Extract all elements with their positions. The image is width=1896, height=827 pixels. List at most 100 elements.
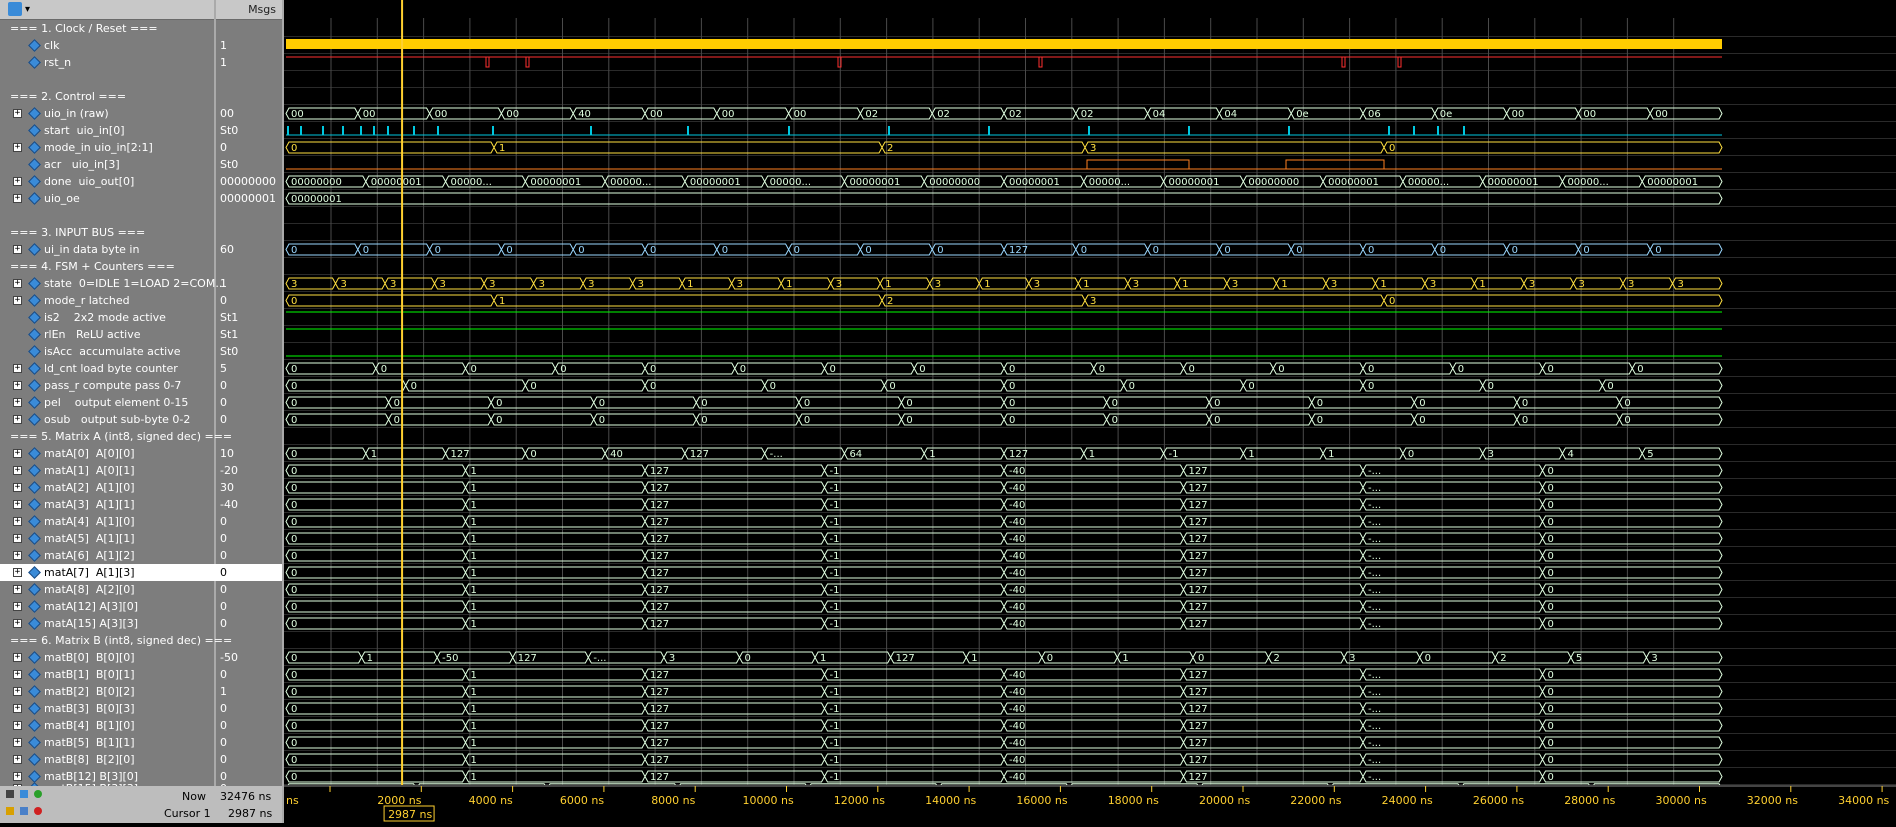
signal-row[interactable]: + ui_in data byte in 60 xyxy=(0,241,282,258)
group-header[interactable]: === 3. INPUT BUS === xyxy=(0,224,214,241)
signal-row[interactable]: + matA[1] A[0][1] -20 xyxy=(0,462,282,479)
signal-row[interactable]: acr uio_in[3] St0 xyxy=(0,156,282,173)
expand-icon[interactable]: + xyxy=(13,602,22,611)
signal-row[interactable]: + mode_r latched 0 xyxy=(0,292,282,309)
signal-row[interactable]: isAcc accumulate active St0 xyxy=(0,343,282,360)
signal-row[interactable]: + matA[15] A[3][3] 0 xyxy=(0,615,282,632)
expand-icon[interactable]: + xyxy=(13,670,22,679)
group-header[interactable]: === 1. Clock / Reset === xyxy=(0,20,214,37)
bus-value-label: -40 xyxy=(1009,602,1025,613)
signal-row[interactable]: + osub output sub-byte 0-2 0 xyxy=(0,411,282,428)
add-cursor-icon[interactable] xyxy=(34,790,42,798)
expand-icon[interactable]: + xyxy=(13,364,22,373)
signal-row[interactable]: clk 1 xyxy=(0,37,282,54)
now-icon[interactable] xyxy=(6,790,14,798)
expand-icon[interactable]: + xyxy=(13,483,22,492)
expand-icon[interactable]: + xyxy=(13,279,22,288)
bus-value-label: 64 xyxy=(849,449,862,460)
signal-row[interactable]: + matA[7] A[1][3] 0 xyxy=(0,564,282,581)
signal-row[interactable]: + matB[4] B[1][0] 0 xyxy=(0,717,282,734)
expand-icon[interactable]: + xyxy=(13,177,22,186)
signal-row[interactable]: + matA[5] A[1][1] 0 xyxy=(0,530,282,547)
bus-value-label: -1 xyxy=(830,568,840,579)
signal-row[interactable]: + done uio_out[0] 00000000 xyxy=(0,173,282,190)
signal-row[interactable]: rst_n 1 xyxy=(0,54,282,71)
signal-row[interactable]: + mode_in uio_in[2:1] 0 xyxy=(0,139,282,156)
bus-segment xyxy=(1362,515,1544,528)
expand-icon[interactable]: + xyxy=(13,738,22,747)
group-header[interactable]: === 4. FSM + Counters === xyxy=(0,258,214,275)
signal-row[interactable]: + matA[2] A[1][0] 30 xyxy=(0,479,282,496)
bus-value-label: -1 xyxy=(830,534,840,545)
signal-row[interactable]: + matA[4] A[1][0] 0 xyxy=(0,513,282,530)
lock-icon[interactable] xyxy=(6,807,14,815)
bus-value-label: 0 xyxy=(599,415,605,426)
expand-icon[interactable]: + xyxy=(13,415,22,424)
signal-row[interactable]: + matB[5] B[1][1] 0 xyxy=(0,734,282,751)
signal-row[interactable]: is2 2x2 mode active St1 xyxy=(0,309,282,326)
rst-pulse xyxy=(525,56,530,68)
chevron-down-icon[interactable]: ▾ xyxy=(25,4,30,15)
expand-icon[interactable]: + xyxy=(13,381,22,390)
signal-row[interactable]: + matB[0] B[0][0] -50 xyxy=(0,649,282,666)
signal-row[interactable]: + pel output element 0-15 0 xyxy=(0,394,282,411)
bus-value-label: 127 xyxy=(518,653,537,664)
bus-segment xyxy=(1541,532,1723,545)
signal-row[interactable]: + matB[2] B[0][2] 1 xyxy=(0,683,282,700)
expand-icon[interactable]: + xyxy=(13,245,22,254)
bus-value-label: 3 xyxy=(440,279,446,290)
group-header[interactable]: === 6. Matrix B (int8, signed dec) === xyxy=(0,632,232,649)
expand-icon[interactable]: + xyxy=(13,585,22,594)
signal-row[interactable]: + matA[6] A[1][2] 0 xyxy=(0,547,282,564)
signal-icon[interactable] xyxy=(8,2,22,16)
expand-icon[interactable]: + xyxy=(13,194,22,203)
bus-value-label: 1 xyxy=(371,449,377,460)
signal-row[interactable]: + matA[8] A[2][0] 0 xyxy=(0,581,282,598)
signal-row[interactable]: + matA[0] A[0][0] 10 xyxy=(0,445,282,462)
group-header[interactable]: === 5. Matrix A (int8, signed dec) === xyxy=(0,428,232,445)
bus-value-label: 127 xyxy=(650,704,669,715)
expand-icon[interactable]: + xyxy=(13,704,22,713)
signal-row[interactable]: + uio_in (raw) 00 xyxy=(0,105,282,122)
expand-icon[interactable]: + xyxy=(13,755,22,764)
bus-segment xyxy=(644,719,826,732)
bus-value-label: 0 xyxy=(1624,415,1630,426)
bus-value-label: 0 xyxy=(411,381,417,392)
bus-value-label: 00 xyxy=(650,109,663,120)
group-header[interactable]: === 2. Control === xyxy=(0,88,214,105)
expand-icon[interactable]: + xyxy=(13,517,22,526)
signal-row[interactable]: rlEn ReLU active St1 xyxy=(0,326,282,343)
bus-value-label: 0 xyxy=(291,670,297,681)
expand-icon[interactable]: + xyxy=(13,449,22,458)
expand-icon[interactable]: + xyxy=(13,534,22,543)
edit-icon[interactable] xyxy=(20,807,28,815)
expand-icon[interactable]: + xyxy=(13,619,22,628)
bus-value-label: 0 xyxy=(1408,449,1414,460)
signal-row[interactable]: + matB[3] B[0][3] 0 xyxy=(0,700,282,717)
zoom-icon[interactable] xyxy=(20,790,28,798)
expand-icon[interactable]: + xyxy=(13,466,22,475)
signal-row[interactable]: + pass_r compute pass 0-7 0 xyxy=(0,377,282,394)
signal-row[interactable]: + state 0=IDLE 1=LOAD 2=COM... 1 xyxy=(0,275,282,292)
signal-row[interactable]: + matA[12] A[3][0] 0 xyxy=(0,598,282,615)
delete-cursor-icon[interactable] xyxy=(34,807,42,815)
expand-icon[interactable]: + xyxy=(13,143,22,152)
signal-row[interactable]: + ld_cnt load byte counter 5 xyxy=(0,360,282,377)
expand-icon[interactable]: + xyxy=(13,551,22,560)
expand-icon[interactable]: + xyxy=(13,398,22,407)
signal-row[interactable]: + uio_oe 00000001 xyxy=(0,190,282,207)
expand-icon[interactable]: + xyxy=(13,687,22,696)
bus-segment xyxy=(1541,549,1723,562)
expand-icon[interactable]: + xyxy=(13,109,22,118)
expand-icon[interactable]: + xyxy=(13,653,22,662)
expand-icon[interactable]: + xyxy=(13,721,22,730)
signal-row[interactable]: + matB[8] B[2][0] 0 xyxy=(0,751,282,768)
expand-icon[interactable]: + xyxy=(13,500,22,509)
signal-row[interactable]: start uio_in[0] St0 xyxy=(0,122,282,139)
signal-row[interactable]: + matA[3] A[1][1] -40 xyxy=(0,496,282,513)
signal-row[interactable]: + matB[1] B[0][1] 0 xyxy=(0,666,282,683)
bus-value-label: -... xyxy=(1368,568,1381,579)
waveform-canvas[interactable]: 00 00 00 00 40 00 00 00 02 02 02 02 04 04 0e 06 0e 00 00 00… xyxy=(284,0,1896,823)
expand-icon[interactable]: + xyxy=(13,296,22,305)
expand-icon[interactable]: + xyxy=(13,568,22,577)
